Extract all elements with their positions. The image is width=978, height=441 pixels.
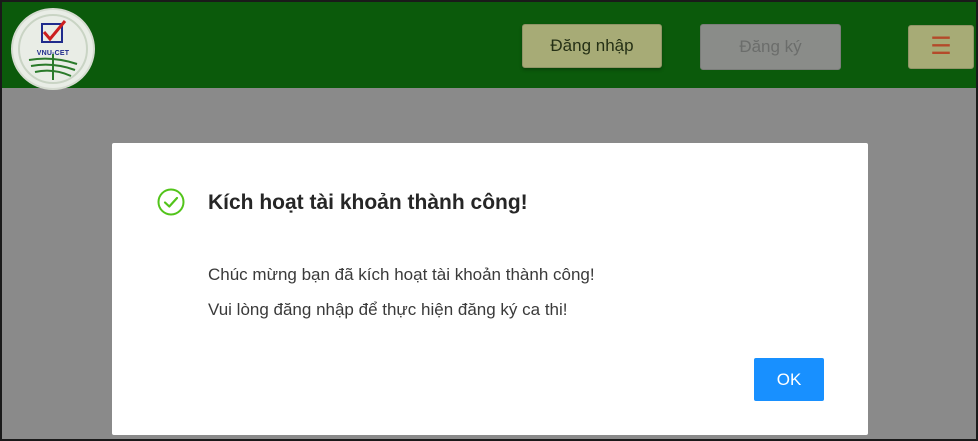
login-button[interactable]: Đăng nhập [522,24,662,68]
check-circle-icon [157,188,185,216]
modal-title: Kích hoạt tài khoản thành công! [208,191,528,214]
modal-message-line-2: Vui lòng đăng nhập để thực hiện đăng ký … [208,300,568,319]
logo-text: VNU-CET [36,50,70,57]
register-button[interactable]: Đăng ký [700,24,841,70]
modal-message-line-1: Chúc mừng bạn đã kích hoạt tài khoản thà… [208,265,595,284]
top-navbar: VNU-CET Đăng nhập Đăng ký ☰ [2,2,976,90]
logo-emblem-icon [18,14,88,84]
success-modal: Kích hoạt tài khoản thành công! Chúc mừn… [112,143,868,435]
hamburger-menu-icon: ☰ [930,33,952,60]
ok-button[interactable]: OK [754,358,824,401]
menu-button[interactable]: ☰ [908,25,974,69]
browser-frame: VNU-CET Đăng nhập Đăng ký ☰ Kích hoạt tà… [0,0,978,441]
vnu-cet-logo[interactable]: VNU-CET [11,8,95,90]
